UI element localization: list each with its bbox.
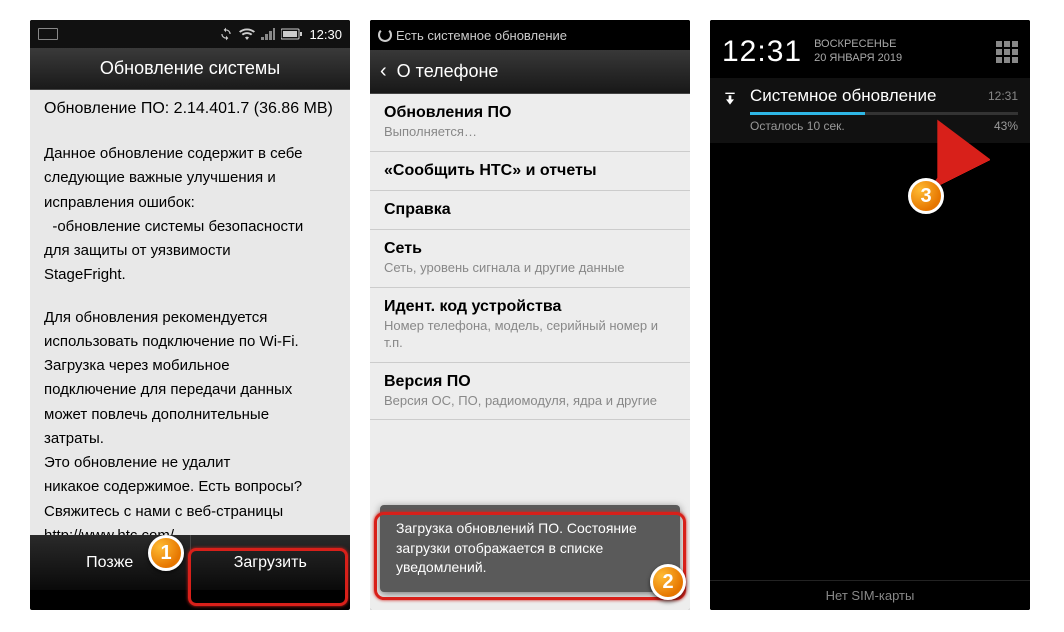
item-sub: Сеть, уровень сигнала и другие данные: [384, 260, 676, 277]
back-icon[interactable]: ‹: [380, 60, 387, 83]
item-title: «Сообщить HTC» и отчеты: [384, 162, 676, 180]
quick-settings-icon[interactable]: [996, 41, 1018, 63]
battery-icon: [281, 28, 303, 40]
item-title: Версия ПО: [384, 373, 676, 391]
changelog-text: -обновление системы безопасности: [44, 217, 336, 237]
download-progress-bar: [750, 112, 1018, 115]
status-bar: 12:30: [30, 20, 350, 48]
download-button[interactable]: Загрузить: [191, 535, 351, 590]
advisory-text: подключение для передачи данных: [44, 380, 336, 400]
no-sim-banner: Нет SIM-карты: [710, 580, 1030, 610]
advisory-text: Для обновления рекомендуется: [44, 308, 336, 328]
changelog-text: StageFright.: [44, 265, 336, 285]
wifi-icon: [239, 28, 255, 40]
item-title: Справка: [384, 201, 676, 219]
download-toast: Загрузка обновлений ПО. Состояние загруз…: [380, 505, 680, 592]
phone-2-about-phone: Есть системное обновление ‹ О телефоне О…: [370, 20, 690, 610]
advisory-text: http://www.htc.com/.: [44, 526, 336, 535]
changelog-text: исправления ошибок:: [44, 193, 336, 213]
settings-list[interactable]: Обновления ПО Выполняется… «Сообщить HTC…: [370, 94, 690, 610]
sync-icon: [219, 27, 233, 41]
dialog-content: Обновление ПО: 2.14.401.7 (36.86 MB) Дан…: [30, 90, 350, 535]
dialog-title: Обновление системы: [30, 48, 350, 90]
item-sub: Номер телефона, модель, серийный номер и…: [384, 318, 676, 352]
settings-item-device-id[interactable]: Идент. код устройства Номер телефона, мо…: [370, 288, 690, 363]
advisory-text: Свяжитесь с нами с веб-страницы: [44, 502, 336, 522]
notification-icon: [38, 28, 58, 40]
settings-item-network[interactable]: Сеть Сеть, уровень сигнала и другие данн…: [370, 230, 690, 288]
advisory-text: никакое содержимое. Есть вопросы?: [44, 477, 336, 497]
percent-complete: 43%: [994, 119, 1018, 133]
refresh-icon: [378, 28, 392, 42]
header-day: ВОСКРЕСЕНЬЕ: [814, 38, 902, 52]
item-title: Обновления ПО: [384, 104, 676, 122]
settings-item-software-version[interactable]: Версия ПО Версия ОС, ПО, радиомодуля, яд…: [370, 363, 690, 421]
statusbar-text: Есть системное обновление: [396, 28, 567, 43]
item-title: Идент. код устройства: [384, 298, 676, 316]
item-sub: Версия ОС, ПО, радиомодуля, ядра и други…: [384, 393, 676, 410]
phone-3-notification-shade: 12:31 ВОСКРЕСЕНЬЕ 20 ЯНВАРЯ 2019 Системн…: [710, 20, 1030, 610]
update-version-line: Обновление ПО: 2.14.401.7 (36.86 MB): [44, 100, 336, 118]
system-update-notification[interactable]: Системное обновление 12:31 Осталось 10 с…: [710, 78, 1030, 143]
settings-header[interactable]: ‹ О телефоне: [370, 50, 690, 94]
time-remaining: Осталось 10 сек.: [750, 119, 845, 133]
notification-shade-body[interactable]: [710, 143, 1030, 580]
changelog-text: Данное обновление содержит в себе: [44, 144, 336, 164]
signal-icon: [261, 28, 275, 40]
item-sub: Выполняется…: [384, 124, 676, 141]
advisory-text: Это обновление не удалит: [44, 453, 336, 473]
advisory-text: затраты.: [44, 429, 336, 449]
settings-item-help[interactable]: Справка: [370, 191, 690, 230]
status-bar: Есть системное обновление: [370, 20, 690, 50]
advisory-text: Загрузка через мобильное: [44, 356, 336, 376]
settings-item-software-updates[interactable]: Обновления ПО Выполняется…: [370, 94, 690, 152]
header-title: О телефоне: [397, 61, 499, 82]
callout-badge-1: 1: [148, 535, 184, 571]
header-clock: 12:31: [722, 35, 802, 69]
callout-badge-2: 2: [650, 564, 686, 600]
dialog-button-bar: Позже Загрузить: [30, 535, 350, 590]
callout-badge-3: 3: [908, 178, 944, 214]
advisory-text: может повлечь дополнительные: [44, 405, 336, 425]
notification-time: 12:31: [988, 89, 1018, 103]
advisory-text: использовать подключение по Wi-Fi.: [44, 332, 336, 352]
header-date-line: 20 ЯНВАРЯ 2019: [814, 52, 902, 66]
notification-header: 12:31 ВОСКРЕСЕНЬЕ 20 ЯНВАРЯ 2019: [710, 26, 1030, 78]
item-title: Сеть: [384, 240, 676, 258]
settings-item-tell-htc[interactable]: «Сообщить HTC» и отчеты: [370, 152, 690, 191]
header-date: ВОСКРЕСЕНЬЕ 20 ЯНВАРЯ 2019: [814, 38, 902, 66]
status-time: 12:30: [309, 27, 342, 42]
later-button-label: Позже: [86, 554, 133, 572]
phone-1-system-update-dialog: 12:30 Обновление системы Обновление ПО: …: [30, 20, 350, 610]
download-button-label: Загрузить: [234, 554, 307, 572]
download-icon: [722, 90, 738, 106]
changelog-text: следующие важные улучшения и: [44, 168, 336, 188]
changelog-text: для защиты от уязвимости: [44, 241, 336, 261]
notification-title: Системное обновление: [750, 86, 936, 106]
